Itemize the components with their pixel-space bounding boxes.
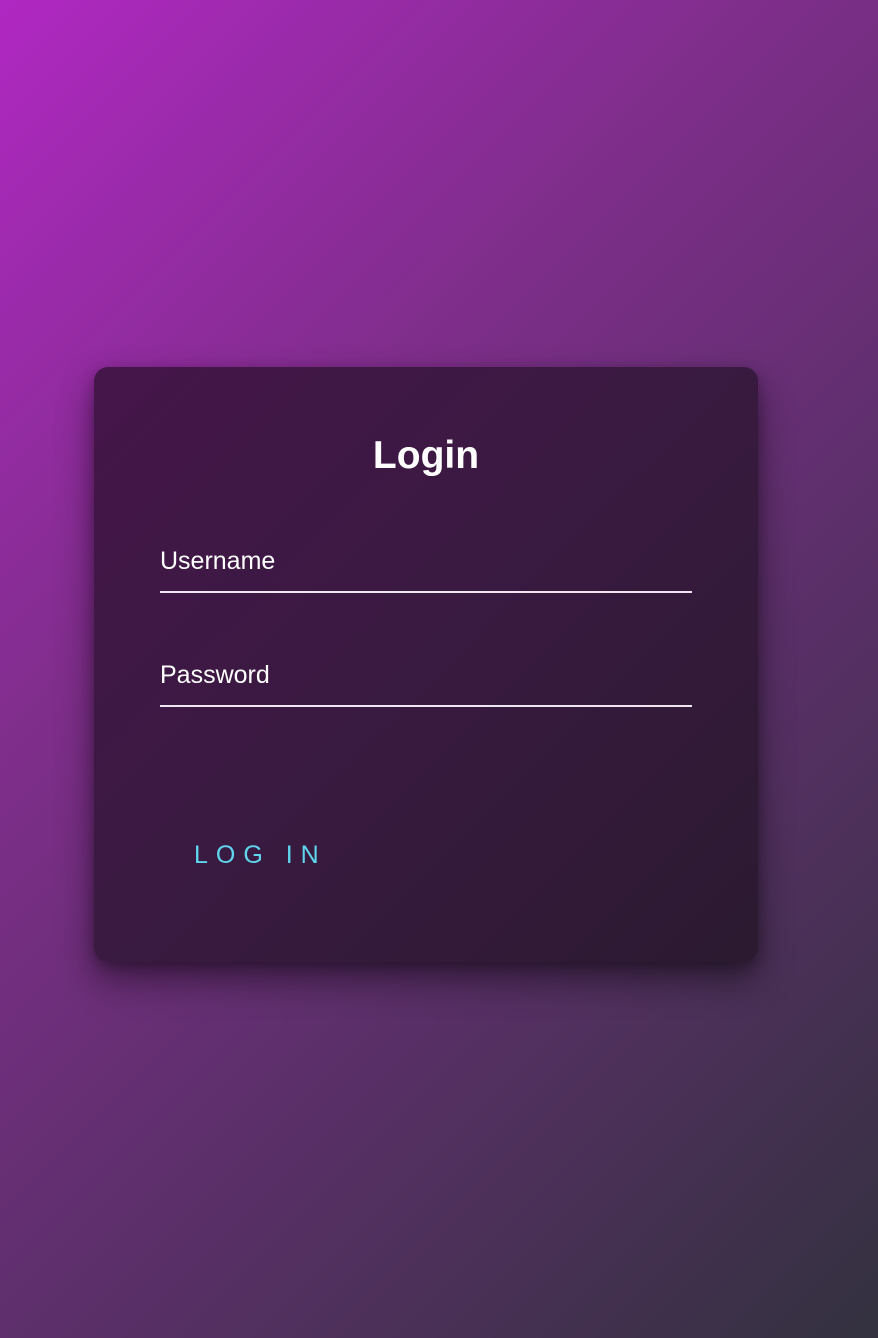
- password-input[interactable]: [160, 659, 692, 705]
- login-button[interactable]: LOG IN: [176, 825, 345, 885]
- username-input[interactable]: [160, 545, 692, 591]
- password-field[interactable]: Password: [160, 659, 692, 707]
- username-field[interactable]: Username: [160, 545, 692, 593]
- login-title: Login: [372, 434, 480, 477]
- login-card: Login Username Password LOG IN: [94, 367, 758, 962]
